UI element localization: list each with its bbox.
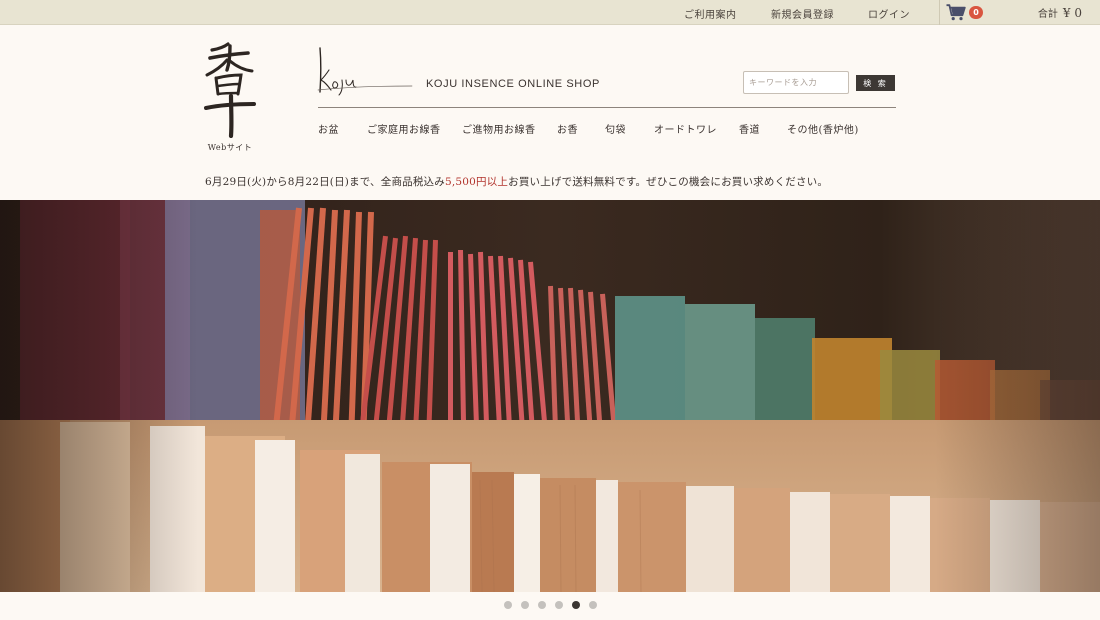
search-button[interactable]: 検 索: [856, 75, 895, 91]
cart-total: 合計 ¥ 0: [1038, 5, 1082, 20]
cart-icon[interactable]: [946, 4, 966, 21]
cart-total-value: ¥ 0: [1062, 6, 1082, 20]
nav-item-kodo[interactable]: 香道: [739, 121, 760, 136]
carousel-dot-4[interactable]: [555, 601, 563, 609]
topbar-divider: [939, 0, 940, 25]
cart-count-badge: 0: [969, 6, 983, 19]
nav-item-obon[interactable]: お盆: [318, 121, 339, 136]
nav-divider: [318, 107, 896, 108]
notice-text-before: 6月29日(火)から8月22日(日)まで、全商品税込み: [205, 176, 445, 188]
nav-item-others[interactable]: その他(香炉他): [787, 121, 859, 136]
carousel-dot-2[interactable]: [521, 601, 529, 609]
nav-item-gift-incense[interactable]: ご進物用お線香: [462, 121, 536, 136]
carousel-dot-6[interactable]: [589, 601, 597, 609]
shipping-notice: 6月29日(火)から8月22日(日)まで、全商品税込み5,500円以上お買い上げ…: [205, 174, 828, 189]
notice-highlight: 5,500円以上: [444, 176, 509, 188]
carousel-dot-5[interactable]: [572, 601, 580, 609]
notice-text-after: お買い上げで送料無料です。ぜひこの機会にお買い求めください。: [508, 176, 829, 188]
nav-item-home-incense[interactable]: ご家庭用お線香: [367, 121, 441, 136]
hero-incense-image: [0, 200, 1100, 592]
carousel-dot-1[interactable]: [504, 601, 512, 609]
top-utility-bar: ご利用案内 新規会員登録 ログイン 0 合計 ¥ 0: [0, 0, 1100, 25]
nav-item-sachet[interactable]: 匂袋: [605, 121, 626, 136]
koju-brand-logo[interactable]: Webサイト: [200, 38, 260, 156]
koju-calligraphy-logo: [204, 42, 256, 138]
register-link[interactable]: 新規会員登録: [771, 6, 834, 21]
hero-carousel-slide[interactable]: [0, 200, 1100, 592]
nav-item-eau-de-toilette[interactable]: オードトワレ: [654, 121, 717, 136]
keyword-search-input[interactable]: [743, 71, 849, 94]
koju-signature-logo[interactable]: [316, 46, 416, 96]
login-link[interactable]: ログイン: [868, 6, 910, 21]
brand-subtitle: Webサイト: [207, 143, 253, 152]
cart-total-label: 合計: [1037, 9, 1058, 20]
carousel-dot-3[interactable]: [538, 601, 546, 609]
guide-link[interactable]: ご利用案内: [684, 6, 737, 21]
shop-title: KOJU INSENCE ONLINE SHOP: [426, 78, 600, 90]
nav-item-okou[interactable]: お香: [557, 121, 578, 136]
